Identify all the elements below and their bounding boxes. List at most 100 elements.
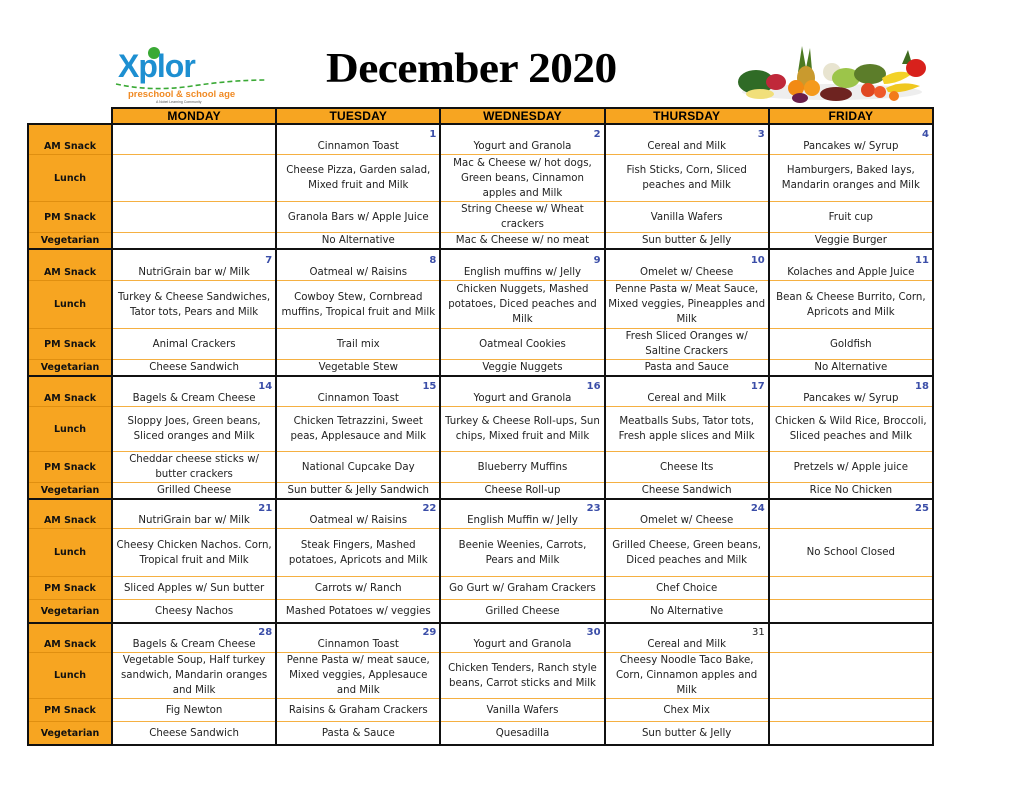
menu-cell-thursday-lunch: Meatballs Subs, Tator tots, Fresh apple … <box>603 406 770 452</box>
menu-item-text: Meatballs Subs, Tator tots, Fresh apple … <box>618 416 755 442</box>
menu-cell-tuesday-lunch: Cowboy Stew, Cornbread muffins, Tropical… <box>275 280 442 329</box>
menu-item-text: Quesadilla <box>495 727 550 739</box>
menu-item-text: Chef Choice <box>656 582 718 594</box>
menu-item-text: Mashed Potatoes w/ veggies <box>285 605 431 617</box>
menu-cell-tuesday-vegetarian: Pasta & Sauce <box>275 721 442 746</box>
menu-item-text: Cinnamon Toast <box>317 639 399 650</box>
menu-cell-wednesday-pm-snack: Oatmeal Cookies <box>439 328 606 360</box>
menu-cell-wednesday-vegetarian: Mac & Cheese w/ no meat <box>439 232 606 250</box>
date-number: 14 <box>258 381 273 392</box>
menu-cell-wednesday-pm-snack: String Cheese w/ Wheat crackers <box>439 201 606 233</box>
date-number: 17 <box>750 381 765 392</box>
menu-item-text: Cheese Its <box>660 461 714 473</box>
date-number: 24 <box>750 503 765 514</box>
menu-cell-monday-pm-snack: Cheddar cheese sticks w/ butter crackers <box>110 451 278 483</box>
menu-item-text: English Muffin w/ Jelly <box>467 515 578 526</box>
menu-item-text: Pancakes w/ Syrup <box>803 141 899 152</box>
row-label-pm-snack: PM Snack <box>27 328 113 360</box>
menu-item-text: Steak Fingers, Mashed potatoes, Apricots… <box>288 539 428 566</box>
menu-item-text: Cheese Sandwich <box>641 485 732 496</box>
menu-item-text: Fresh Sliced Oranges w/ Saltine Crackers <box>625 331 748 357</box>
menu-cell-thursday-pm-snack: Vanilla Wafers <box>603 201 770 233</box>
menu-cell-tuesday-lunch: Penne Pasta w/ meat sauce, Mixed veggies… <box>275 652 442 699</box>
menu-item-text: Animal Crackers <box>152 338 236 350</box>
page-title: December 2020 <box>326 46 617 92</box>
day-header-tuesday: TUESDAY <box>275 107 442 125</box>
menu-item-text: Chicken & Wild Rice, Broccoli, Sliced pe… <box>775 416 927 442</box>
menu-item-text: Vanilla Wafers <box>486 704 559 716</box>
menu-cell-thursday-pm-snack: Chex Mix <box>603 698 770 722</box>
menu-cell-tuesday-pm-snack: Raisins & Graham Crackers <box>275 698 442 722</box>
menu-item-text: Goldfish <box>830 338 872 350</box>
menu-cell-monday-am-snack: 7 NutriGrain bar w/ Milk <box>110 248 278 281</box>
menu-cell-monday-lunch: Vegetable Soup, Half turkey sandwich, Ma… <box>110 652 278 699</box>
date-number: 4 <box>921 129 929 140</box>
menu-item-text: Sun butter & Jelly <box>641 727 732 739</box>
menu-item-text: Cheesy Chicken Nachos. Corn, Tropical fr… <box>116 539 272 566</box>
menu-item-text: Turkey & Cheese Roll-ups, Sun chips, Mix… <box>445 416 600 442</box>
row-label-am-snack: AM Snack <box>27 498 113 529</box>
menu-cell-monday-vegetarian: Cheese Sandwich <box>110 721 278 746</box>
week-1-lunch-row: Lunch Cheese Pizza, Garden salad, Mixed f… <box>27 154 934 202</box>
menu-cell-monday-vegetarian: Cheesy Nachos <box>110 599 278 624</box>
menu-item-text: Pancakes w/ Syrup <box>803 393 899 404</box>
menu-cell-wednesday-pm-snack: Vanilla Wafers <box>439 698 606 722</box>
date-number: 28 <box>258 627 273 638</box>
row-label-lunch: Lunch <box>27 528 113 577</box>
menu-cell-wednesday-lunch: Chicken Tenders, Ranch style beans, Carr… <box>439 652 606 699</box>
menu-cell-friday-vegetarian: Veggie Burger <box>767 232 934 250</box>
calendar-body: AM Snack 1 Cinnamon Toast 2 Yogurt and Gran… <box>27 123 934 746</box>
menu-item-text: Penne Pasta w/ meat sauce, Mixed veggies… <box>286 655 430 696</box>
week-2-am-snack-row: AM Snack 7 NutriGrain bar w/ Milk 8 Oatmeal … <box>27 248 934 281</box>
menu-item-text: Pretzels w/ Apple juice <box>793 461 909 473</box>
menu-cell-friday-am-snack: 4 Pancakes w/ Syrup <box>767 123 934 155</box>
menu-cell-thursday-vegetarian: Cheese Sandwich <box>603 482 770 500</box>
date-number: 8 <box>429 255 437 266</box>
menu-cell-monday-pm-snack: Animal Crackers <box>110 328 278 360</box>
menu-cell-tuesday-pm-snack: Carrots w/ Ranch <box>275 576 442 600</box>
menu-cell-monday-lunch <box>110 154 278 202</box>
menu-cell-friday-pm-snack <box>767 576 934 600</box>
menu-cell-monday-am-snack <box>110 123 278 155</box>
menu-item-text: Bagels & Cream Cheese <box>132 639 256 650</box>
row-label-pm-snack: PM Snack <box>27 451 113 483</box>
menu-item-text: Grilled Cheese <box>485 605 560 617</box>
date-number: 15 <box>422 381 437 392</box>
row-label-vegetarian: Vegetarian <box>27 721 113 746</box>
menu-cell-tuesday-lunch: Steak Fingers, Mashed potatoes, Apricots… <box>275 528 442 577</box>
menu-item-text: Cereal and Milk <box>647 141 726 152</box>
menu-cell-friday-am-snack: 25 <box>767 498 934 529</box>
week-3-lunch-row: Lunch Sloppy Joes, Green beans, Sliced or… <box>27 406 934 452</box>
menu-item-text: Chicken Nuggets, Mashed potatoes, Diced … <box>448 284 597 325</box>
menu-cell-wednesday-vegetarian: Veggie Nuggets <box>439 359 606 377</box>
menu-item-text: Grilled Cheese, Green beans, Diced peach… <box>612 539 762 566</box>
menu-cell-friday-am-snack: 18 Pancakes w/ Syrup <box>767 375 934 407</box>
menu-item-text: Fish Sticks, Corn, Sliced peaches and Mi… <box>626 165 747 191</box>
week-4-vegetarian-row: Vegetarian Cheesy Nachos Mashed Potatoes w… <box>27 599 934 624</box>
menu-cell-friday-lunch <box>767 652 934 699</box>
menu-cell-thursday-lunch: Cheesy Noodle Taco Bake, Corn, Cinnamon … <box>603 652 770 699</box>
menu-item-text: Cereal and Milk <box>647 639 726 650</box>
menu-item-text: Go Gurt w/ Graham Crackers <box>449 582 596 594</box>
menu-cell-monday-pm-snack <box>110 201 278 233</box>
menu-cell-monday-am-snack: 21 NutriGrain bar w/ Milk <box>110 498 278 529</box>
menu-cell-tuesday-am-snack: 8 Oatmeal w/ Raisins <box>275 248 442 281</box>
menu-item-text: Trail mix <box>336 338 380 350</box>
header-corner <box>28 108 112 124</box>
menu-cell-thursday-pm-snack: Chef Choice <box>603 576 770 600</box>
menu-cell-monday-lunch: Cheesy Chicken Nachos. Corn, Tropical fr… <box>110 528 278 577</box>
menu-cell-thursday-lunch: Grilled Cheese, Green beans, Diced peach… <box>603 528 770 577</box>
logo-brand: Xplor <box>118 48 195 84</box>
week-1-pm-snack-row: PM Snack Granola Bars w/ Apple Juice Strin… <box>27 201 934 233</box>
day-header-monday: MONDAY <box>110 107 278 125</box>
week-5-am-snack-row: AM Snack 28 Bagels & Cream Cheese 29 Cinnamo… <box>27 622 934 653</box>
week-5-vegetarian-row: Vegetarian Cheese Sandwich Pasta & Sauce Qu… <box>27 721 934 746</box>
menu-cell-friday-am-snack: 11 Kolaches and Apple Juice <box>767 248 934 281</box>
logo-tagline: preschool & school age <box>128 89 235 100</box>
menu-item-text <box>115 140 273 154</box>
row-label-vegetarian: Vegetarian <box>27 359 113 377</box>
menu-item-text: Granola Bars w/ Apple Juice <box>287 211 429 223</box>
menu-item-text: Carrots w/ Ranch <box>314 582 402 594</box>
menu-cell-monday-lunch: Turkey & Cheese Sandwiches, Tator tots, … <box>110 280 278 329</box>
week-5-pm-snack-row: PM Snack Fig Newton Raisins & Graham Crack… <box>27 698 934 722</box>
